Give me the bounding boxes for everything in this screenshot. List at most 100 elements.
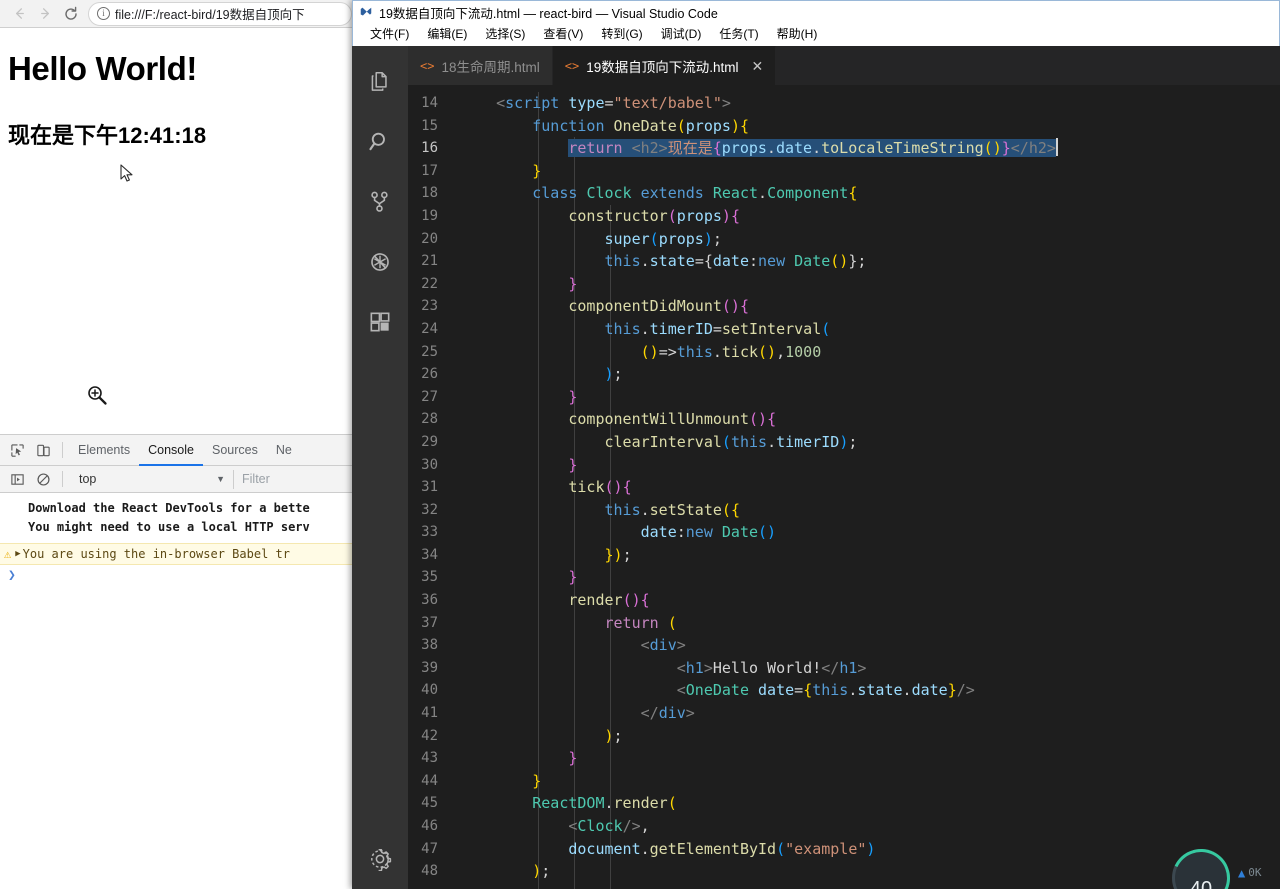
browser-toolbar: i file:///F:/react-bird/19数据自顶向下 <box>0 0 352 28</box>
filterbar-divider <box>62 471 63 487</box>
menu-edit[interactable]: 编辑(E) <box>418 23 476 46</box>
line-number: 15 <box>421 117 438 134</box>
code-line: 23 componentDidMount(){ <box>408 295 1280 318</box>
code-line: 43 } <box>408 747 1280 770</box>
code-line: 36 render(){ <box>408 589 1280 612</box>
line-content: } <box>568 455 578 474</box>
editor-tab-18[interactable]: <> 18生命周期.html <box>408 46 553 85</box>
activity-extensions[interactable] <box>352 292 408 352</box>
menu-debug[interactable]: 调试(D) <box>652 23 711 46</box>
code-line: 48 ); <box>408 860 1280 883</box>
line-content: } <box>568 274 578 293</box>
console-sidebar-icon <box>10 473 24 485</box>
page-heading: Hello World! <box>8 50 197 87</box>
line-number: 18 <box>421 185 438 202</box>
line-content: this.setState({ <box>604 500 740 519</box>
console-context-select[interactable]: top ▼ <box>73 469 233 489</box>
line-number: 47 <box>421 840 438 857</box>
close-icon[interactable]: ✕ <box>751 58 763 75</box>
console-filter-input[interactable]: Filter <box>233 469 352 489</box>
line-content: ); <box>604 365 623 384</box>
inspect-element-icon <box>10 443 24 457</box>
menu-selection[interactable]: 选择(S) <box>476 23 534 46</box>
line-number: 45 <box>421 795 438 812</box>
expand-arrow-icon[interactable]: ▶ <box>15 544 20 564</box>
console-sidebar-button[interactable] <box>4 466 30 492</box>
line-number: 20 <box>421 230 438 247</box>
forward-button[interactable] <box>32 2 58 26</box>
menu-tasks[interactable]: 任务(T) <box>710 23 767 46</box>
line-content: }); <box>604 545 632 564</box>
vscode-menubar: 文件(F) 编辑(E) 选择(S) 查看(V) 转到(G) 调试(D) 任务(T… <box>352 23 1280 46</box>
menu-go[interactable]: 转到(G) <box>592 23 651 46</box>
code-line-selected: 16 return <h2>现在是{props.date.toLocaleTim… <box>408 137 1280 160</box>
menu-file[interactable]: 文件(F) <box>361 23 418 46</box>
address-bar[interactable]: i file:///F:/react-bird/19数据自顶向下 <box>88 1 352 26</box>
devtools-panel: Elements Console Sources Ne top ▼ Filter… <box>0 434 352 889</box>
code-line: 28 componentWillUnmount(){ <box>408 408 1280 431</box>
code-line: 46 <Clock/>, <box>408 815 1280 838</box>
line-number: 22 <box>421 275 438 292</box>
code-line: 32 this.setState({ <box>408 499 1280 522</box>
console-prompt[interactable]: ❯ <box>0 565 352 583</box>
activity-run-debug[interactable] <box>352 232 408 292</box>
line-content: <Clock/>, <box>568 817 650 835</box>
line-number: 37 <box>421 614 438 631</box>
code-line: 15 function OneDate(props){ <box>408 115 1280 138</box>
editor-tab-19[interactable]: <> 19数据自顶向下流动.html ✕ <box>552 46 777 85</box>
line-number: 32 <box>421 501 438 518</box>
devtools-tab-network[interactable]: Ne <box>267 435 301 466</box>
line-content: clearInterval(this.timerID); <box>604 432 858 451</box>
line-number: 25 <box>421 343 438 360</box>
activity-explorer[interactable] <box>352 52 408 112</box>
code-line: 38 <div> <box>408 634 1280 657</box>
activity-settings[interactable] <box>352 829 408 889</box>
code-line: 18 class Clock extends React.Component{ <box>408 182 1280 205</box>
code-line: 47 document.getElementById("example") <box>408 838 1280 861</box>
activity-bar <box>352 46 408 889</box>
text-cursor <box>1055 138 1058 157</box>
site-info-icon[interactable]: i <box>97 7 110 20</box>
line-content: ReactDOM.render( <box>532 794 677 813</box>
line-number: 39 <box>421 659 438 676</box>
page-subheading: 现在是下午12:41:18 <box>8 123 207 148</box>
activity-source-control[interactable] <box>352 172 408 232</box>
code-line: 26 ); <box>408 363 1280 386</box>
reload-button[interactable] <box>58 2 84 26</box>
line-content: ()=>this.tick(),1000 <box>640 342 822 361</box>
chevron-down-icon: ▼ <box>216 474 225 484</box>
line-content: this.state={date:new Date()}; <box>604 252 867 271</box>
code-editor[interactable]: 14 <script type="text/babel"> 15 functio… <box>408 85 1280 889</box>
code-line: 33 date:new Date() <box>408 521 1280 544</box>
clear-console-button[interactable] <box>30 466 56 492</box>
line-number: 31 <box>421 479 438 496</box>
code-line: 21 this.state={date:new Date()}; <box>408 250 1280 273</box>
line-content: document.getElementById("example") <box>568 839 876 858</box>
back-button[interactable] <box>6 2 32 26</box>
code-line: 25 ()=>this.tick(),1000 <box>408 341 1280 364</box>
editor-tab-label: 19数据自顶向下流动.html <box>586 60 739 75</box>
line-content: ); <box>604 726 623 745</box>
line-content: return <h2>现在是{props.date.toLocaleTimeSt… <box>568 138 1058 158</box>
toolbar-divider <box>62 442 63 458</box>
activity-search[interactable] <box>352 112 408 172</box>
code-line: 17 } <box>408 160 1280 183</box>
line-content: </div> <box>640 704 695 723</box>
code-line: 44 } <box>408 770 1280 793</box>
line-number: 26 <box>421 366 438 383</box>
vscode-window: 19数据自顶向下流动.html — react-bird — Visual St… <box>352 0 1280 889</box>
line-number: 48 <box>421 863 438 880</box>
devtools-tab-console[interactable]: Console <box>139 435 203 466</box>
menu-help[interactable]: 帮助(H) <box>768 23 827 46</box>
line-number: 27 <box>421 388 438 405</box>
line-number: 44 <box>421 772 438 789</box>
device-toolbar-button[interactable] <box>30 437 56 463</box>
devtools-tab-elements[interactable]: Elements <box>69 435 139 466</box>
line-content: } <box>568 387 578 406</box>
line-number: 19 <box>421 207 438 224</box>
inspect-element-button[interactable] <box>4 437 30 463</box>
devtools-tab-sources[interactable]: Sources <box>203 435 267 466</box>
code-line: 41 </div> <box>408 702 1280 725</box>
console-warning-row[interactable]: ⚠ ▶ You are using the in-browser Babel t… <box>0 543 352 565</box>
menu-view[interactable]: 查看(V) <box>534 23 592 46</box>
